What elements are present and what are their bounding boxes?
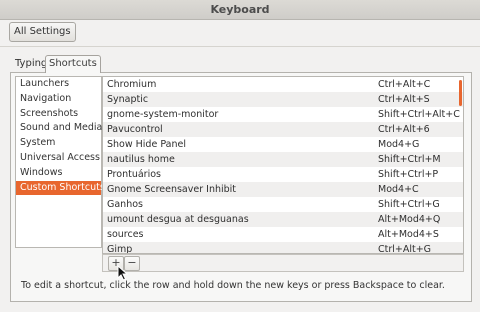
shortcut-name: Chromium (107, 79, 157, 90)
shortcut-row[interactable]: umount desgua at desguanas Alt+Mod4+Q (103, 212, 463, 227)
shortcut-accel: Ctrl+Alt+C (378, 79, 431, 90)
shortcut-accel: Shift+Ctrl+M (378, 154, 441, 165)
category-item-custom-shortcuts[interactable]: Custom Shortcuts (16, 180, 105, 196)
shortcut-accel: Alt+Mod4+S (378, 229, 439, 240)
list-scrollbar[interactable] (459, 80, 462, 106)
shortcut-accel: Mod4+C (378, 184, 419, 195)
shortcut-accel: Shift+Ctrl+P (378, 169, 439, 180)
shortcut-row[interactable]: Synaptic Ctrl+Alt+S (103, 92, 463, 107)
shortcut-name: Prontuários (107, 169, 161, 180)
shortcut-row[interactable]: sources Alt+Mod4+S (103, 227, 463, 242)
window-title: Keyboard (0, 0, 480, 20)
shortcut-accel: Mod4+G (378, 139, 420, 150)
shortcut-accel: Shift+Ctrl+G (378, 199, 440, 210)
shortcut-list: Chromium Ctrl+Alt+C Synaptic Ctrl+Alt+S gn… (102, 76, 464, 254)
category-item-universal-access[interactable]: Universal Access (16, 151, 101, 166)
list-toolbar (102, 254, 464, 272)
shortcut-name: Show Hide Panel (107, 139, 186, 150)
category-item-sound-and-media[interactable]: Sound and Media (16, 121, 102, 136)
category-item-windows[interactable]: Windows (16, 166, 101, 181)
shortcut-name: Gnome Screensaver Inhibit (107, 184, 237, 195)
shortcut-name: Synaptic (107, 94, 149, 105)
shortcut-accel: Ctrl+Alt+G (378, 244, 432, 254)
toolbar-separator (0, 46, 480, 47)
all-settings-button[interactable]: All Settings (9, 22, 76, 42)
shortcut-row[interactable]: Ganhos Shift+Ctrl+G (103, 197, 463, 212)
shortcut-row[interactable]: Pavucontrol Ctrl+Alt+6 (103, 122, 463, 137)
shortcut-name: Pavucontrol (107, 124, 163, 135)
shortcut-row[interactable]: Gimp Ctrl+Alt+G (103, 242, 463, 254)
tab-shortcuts[interactable]: Shortcuts (45, 55, 101, 73)
shortcut-row[interactable]: Prontuários Shift+Ctrl+P (103, 167, 463, 182)
shortcut-accel: Alt+Mod4+Q (378, 214, 441, 225)
shortcut-row[interactable]: Chromium Ctrl+Alt+C (103, 77, 463, 92)
shortcut-name: Ganhos (107, 199, 143, 210)
category-list: Launchers Navigation Screenshots Sound a… (15, 76, 105, 248)
shortcut-name: nautilus home (107, 154, 175, 165)
shortcut-name: Gimp (107, 244, 133, 254)
shortcut-accel: Ctrl+Alt+6 (378, 124, 430, 135)
shortcut-row[interactable]: Show Hide Panel Mod4+G (103, 137, 463, 152)
shortcut-accel: Ctrl+Alt+S (378, 94, 430, 105)
shortcut-row[interactable]: Gnome Screensaver Inhibit Mod4+C (103, 182, 463, 197)
shortcut-row[interactable]: gnome-system-monitor Shift+Ctrl+Alt+C (103, 107, 463, 122)
category-item-system[interactable]: System (16, 136, 101, 151)
shortcut-name: umount desgua at desguanas (107, 214, 249, 225)
category-item-navigation[interactable]: Navigation (16, 92, 101, 107)
shortcut-row[interactable]: nautilus home Shift+Ctrl+M (103, 152, 463, 167)
shortcut-accel: Shift+Ctrl+Alt+C (378, 109, 460, 120)
help-text: To edit a shortcut, click the row and ho… (21, 280, 445, 291)
shortcut-name: sources (107, 229, 144, 240)
mouse-pointer-icon (117, 265, 129, 281)
shortcut-name: gnome-system-monitor (107, 109, 219, 120)
category-item-screenshots[interactable]: Screenshots (16, 107, 101, 122)
category-item-launchers[interactable]: Launchers (16, 77, 101, 92)
